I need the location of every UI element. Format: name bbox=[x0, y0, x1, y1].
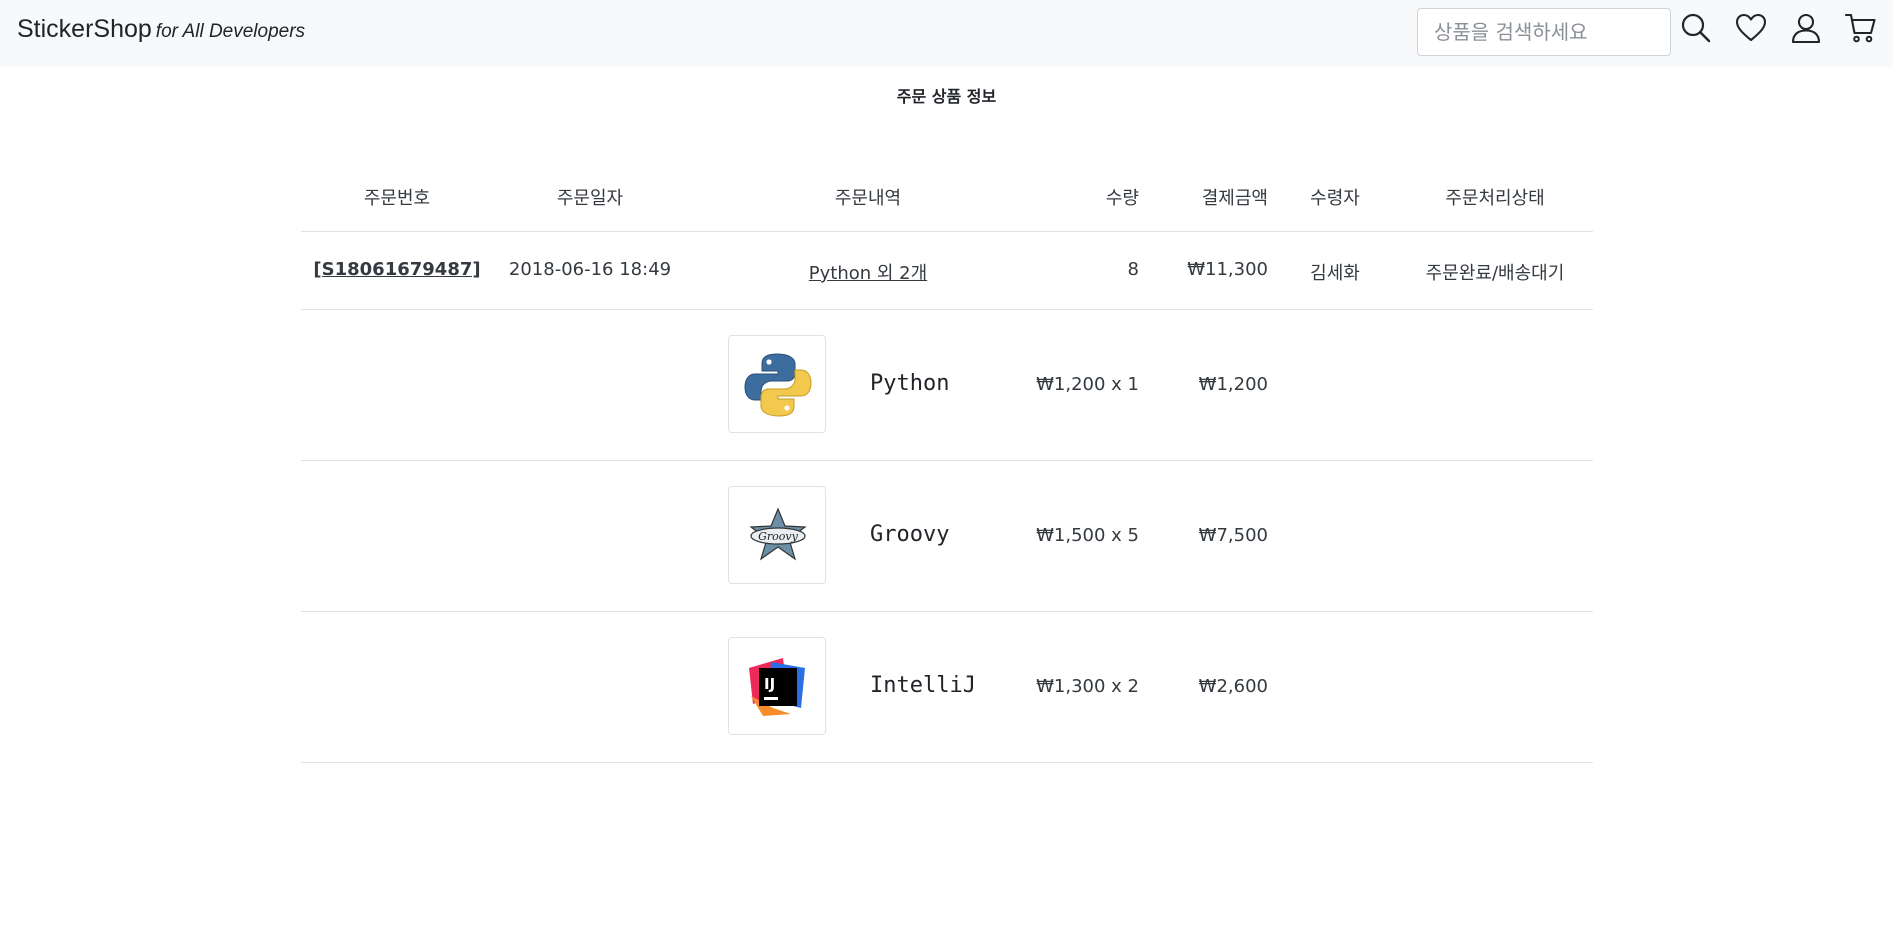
item-unit-price: ₩1,500 x 5 bbox=[1036, 525, 1139, 546]
order-recipient: 김세화 bbox=[1310, 263, 1360, 284]
column-header-order-date: 주문일자 bbox=[556, 188, 624, 209]
groovy-logo-thumbnail[interactable]: Groovy bbox=[728, 486, 826, 584]
heart-icon[interactable] bbox=[1735, 12, 1767, 44]
column-header-recipient: 수령자 bbox=[1310, 188, 1360, 209]
item-total: ₩2,600 bbox=[1198, 676, 1268, 697]
column-header-order-details: 주문내역 bbox=[834, 188, 902, 209]
order-date: 2018-06-16 18:49 bbox=[508, 259, 672, 280]
column-header-payment-amount: 결제금액 bbox=[1201, 188, 1268, 209]
item-total: ₩7,500 bbox=[1198, 525, 1268, 546]
brand-name: StickerShop bbox=[17, 15, 152, 43]
intellij-logo-icon: IJ bbox=[749, 658, 805, 716]
item-name: IntelliJ bbox=[870, 673, 976, 698]
order-amount: ₩11,300 bbox=[1187, 259, 1268, 280]
column-header-order-status: 주문처리상태 bbox=[1445, 188, 1545, 209]
order-item-row: Groovy Groovy ₩1,500 x 5 ₩7,500 bbox=[301, 461, 1593, 612]
python-logo-icon bbox=[744, 353, 812, 417]
search-icon[interactable] bbox=[1680, 12, 1712, 44]
intellij-logo-thumbnail[interactable]: IJ bbox=[728, 637, 826, 735]
brand-link[interactable]: StickerShop for All Developers bbox=[17, 15, 305, 44]
order-table: 주문번호 주문일자 주문내역 수량 결제금액 수령자 주문처리상태 [S1806… bbox=[301, 162, 1593, 763]
order-row: [S18061679487] 2018-06-16 18:49 Python 외… bbox=[301, 232, 1593, 310]
column-header-quantity: 수량 bbox=[1105, 188, 1139, 209]
column-header-order-number: 주문번호 bbox=[363, 188, 431, 209]
user-icon[interactable] bbox=[1790, 12, 1822, 44]
svg-text:IJ: IJ bbox=[764, 675, 775, 693]
item-unit-price: ₩1,300 x 2 bbox=[1036, 676, 1139, 697]
order-summary-link[interactable]: Python 외 2개 bbox=[809, 259, 927, 285]
item-total: ₩1,200 bbox=[1198, 374, 1268, 395]
python-logo-thumbnail[interactable] bbox=[728, 335, 826, 433]
order-item-row: Python ₩1,200 x 1 ₩1,200 bbox=[301, 310, 1593, 461]
page-title: 주문 상품 정보 bbox=[896, 87, 997, 106]
order-status: 주문완료/배송대기 bbox=[1425, 263, 1565, 284]
table-header-row: 주문번호 주문일자 주문내역 수량 결제금액 수령자 주문처리상태 bbox=[301, 162, 1593, 232]
item-name: Groovy bbox=[870, 522, 950, 547]
order-number-link[interactable]: [S18061679487] bbox=[313, 259, 480, 280]
order-quantity: 8 bbox=[1127, 259, 1139, 280]
cart-icon[interactable] bbox=[1845, 12, 1877, 44]
search-input[interactable] bbox=[1417, 8, 1671, 56]
item-unit-price: ₩1,200 x 1 bbox=[1036, 374, 1139, 395]
item-name: Python bbox=[870, 371, 950, 396]
groovy-logo-icon: Groovy bbox=[749, 507, 807, 561]
order-item-row: IJ IntelliJ ₩1,300 x 2 ₩2,600 bbox=[301, 612, 1593, 763]
navbar: StickerShop for All Developers bbox=[0, 0, 1893, 67]
brand-tagline: for All Developers bbox=[155, 21, 306, 42]
svg-text:Groovy: Groovy bbox=[758, 530, 799, 543]
